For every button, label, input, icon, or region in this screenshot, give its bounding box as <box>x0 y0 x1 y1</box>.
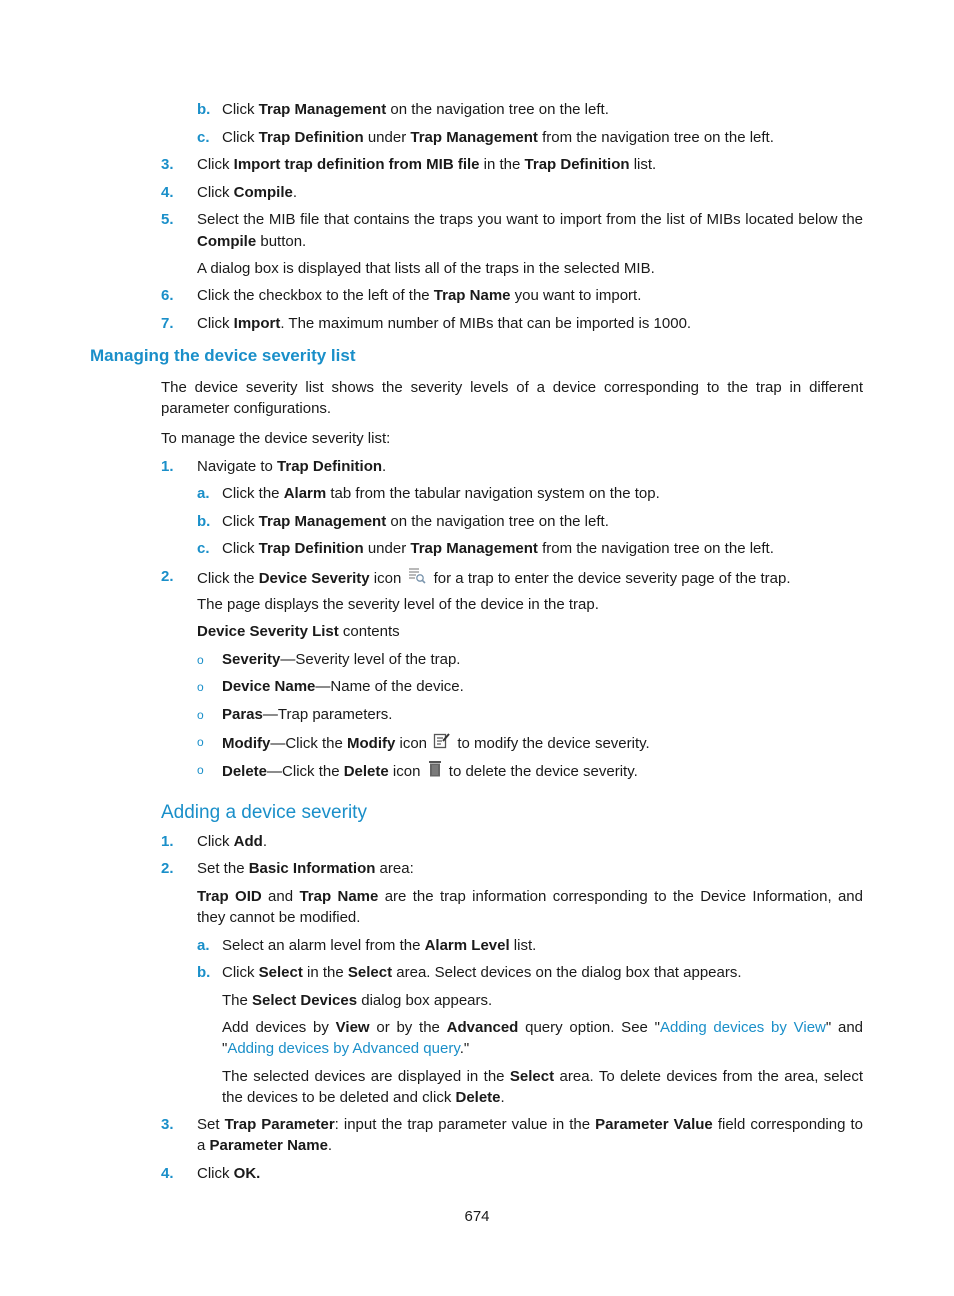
section-heading: Managing the device severity list <box>90 346 356 365</box>
bullet-marker: o <box>197 680 204 694</box>
step-marker: 6. <box>161 287 174 304</box>
step-text: Click Add. <box>197 833 268 850</box>
step-text: Click Trap Management on the navigation … <box>222 101 609 118</box>
step-note: A dialog box is displayed that lists all… <box>197 260 655 277</box>
step-text: Select an alarm level from the Alarm Lev… <box>222 937 537 954</box>
link-adding-devices-by-view[interactable]: Adding devices by View <box>660 1019 826 1036</box>
step-marker: b. <box>197 964 211 981</box>
step-text: Select the MIB file that contains the tr… <box>197 211 863 228</box>
list-item: Severity—Severity level of the trap. <box>222 651 461 668</box>
step-note: the devices to be deleted and click Dele… <box>222 1089 505 1106</box>
step-marker: 4. <box>161 184 174 201</box>
step-marker: 1. <box>161 833 174 850</box>
step-text: Compile button. <box>197 233 307 250</box>
lead-text: To manage the device severity list: <box>161 430 391 447</box>
step-note: Trap OID and Trap Name are the trap info… <box>197 888 863 905</box>
step-note: The selected devices are displayed in th… <box>222 1068 863 1085</box>
step-marker: 7. <box>161 315 174 332</box>
step-marker: 1. <box>161 458 174 475</box>
step-marker: c. <box>197 540 210 557</box>
step-text: Click Trap Management on the navigation … <box>222 513 609 530</box>
step-note: The Select Devices dialog box appears. <box>222 992 493 1009</box>
trash-icon <box>427 760 443 784</box>
step-text: Click the Device Severity icon for a tra… <box>197 567 791 591</box>
bullet-marker: o <box>197 763 204 777</box>
link-adding-devices-by-advanced-query[interactable]: Adding devices by Advanced query <box>227 1040 459 1057</box>
bullet-marker: o <box>197 708 204 722</box>
step-marker: 3. <box>161 1116 174 1133</box>
list-item: Device Name—Name of the device. <box>222 678 464 695</box>
step-text: Set the Basic Information area: <box>197 860 414 877</box>
page-number: 674 <box>464 1208 490 1225</box>
step-text: Navigate to Trap Definition. <box>197 458 387 475</box>
step-marker: 2. <box>161 568 174 585</box>
step-note: "Adding devices by Advanced query." <box>222 1040 470 1057</box>
step-marker: 4. <box>161 1165 174 1182</box>
step-marker: a. <box>197 937 210 954</box>
edit-icon <box>433 732 451 756</box>
list-item: Modify—Click the Modify icon to modify t… <box>222 732 650 756</box>
step-marker: c. <box>197 129 210 146</box>
step-marker: 3. <box>161 156 174 173</box>
list-item: Delete—Click the Delete icon to delete t… <box>222 760 638 784</box>
step-text: Click the checkbox to the left of the Tr… <box>197 287 642 304</box>
step-marker: a. <box>197 485 210 502</box>
step-text: Click Import trap definition from MIB fi… <box>197 156 657 173</box>
step-text: Click the Alarm tab from the tabular nav… <box>222 485 660 502</box>
list-title: Device Severity List contents <box>197 623 400 640</box>
step-note: they cannot be modified. <box>197 909 361 926</box>
intro-paragraph: The device severity list shows the sever… <box>161 379 863 396</box>
bullet-marker: o <box>197 653 204 667</box>
step-text: Click Trap Definition under Trap Managem… <box>222 129 774 146</box>
step-text: Click Trap Definition under Trap Managem… <box>222 540 774 557</box>
step-marker: b. <box>197 101 211 118</box>
bullet-marker: o <box>197 735 204 749</box>
step-marker: 5. <box>161 211 174 228</box>
step-note: The page displays the severity level of … <box>197 596 599 613</box>
device-severity-icon <box>407 567 427 591</box>
step-marker: b. <box>197 513 211 530</box>
intro-paragraph: parameter configurations. <box>161 400 332 417</box>
step-marker: 2. <box>161 860 174 877</box>
step-text: Click Select in the Select area. Select … <box>222 964 742 981</box>
step-text: Set Trap Parameter: input the trap param… <box>197 1116 863 1133</box>
step-text: Click Compile. <box>197 184 298 201</box>
list-item: Paras—Trap parameters. <box>222 706 393 723</box>
step-text: Click Import. The maximum number of MIBs… <box>197 315 692 332</box>
step-text: a Parameter Name. <box>197 1137 333 1154</box>
step-text: Click OK. <box>197 1165 261 1182</box>
step-note: Add devices by View or by the Advanced q… <box>222 1019 863 1036</box>
subsection-heading: Adding a device severity <box>161 802 367 823</box>
